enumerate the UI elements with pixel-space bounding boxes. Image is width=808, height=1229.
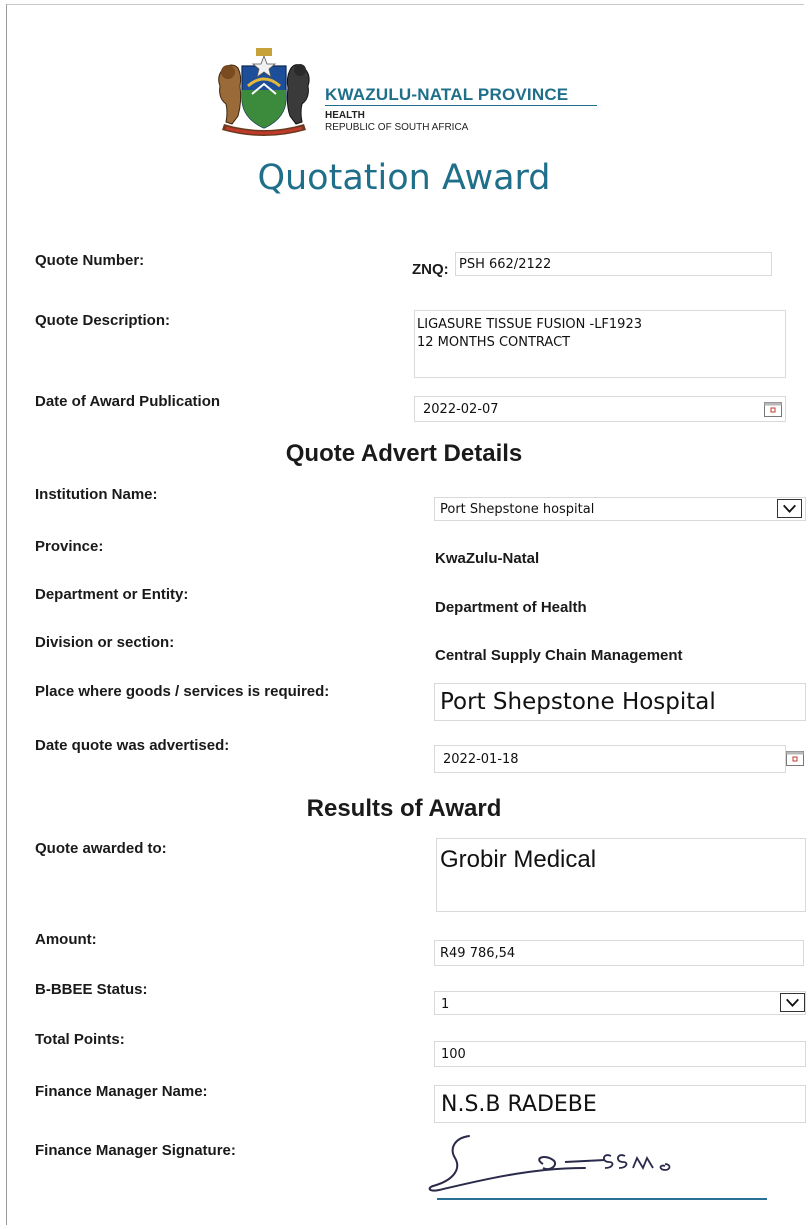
amount-field[interactable]: R49 786,54 bbox=[434, 940, 804, 966]
division-value: Central Supply Chain Management bbox=[435, 647, 683, 664]
coat-of-arms-logo bbox=[218, 48, 310, 136]
bbbee-select[interactable]: 1 bbox=[434, 991, 806, 1015]
fm-name-value: N.S.B RADEBE bbox=[441, 1092, 597, 1117]
quote-number-label: Quote Number: bbox=[35, 252, 145, 269]
division-label: Division or section: bbox=[35, 634, 175, 651]
institution-dropdown-chevron-icon[interactable] bbox=[777, 499, 802, 518]
institution-value: Port Shepstone hospital bbox=[440, 502, 595, 517]
bbbee-label: B-BBEE Status: bbox=[35, 981, 148, 998]
page-title: Quotation Award bbox=[257, 158, 551, 198]
department-value: Department of Health bbox=[435, 599, 587, 616]
total-points-field[interactable]: 100 bbox=[434, 1041, 806, 1067]
advertised-date-value: 2022-01-18 bbox=[443, 752, 519, 767]
awarded-to-field[interactable]: Grobir Medical bbox=[436, 838, 806, 912]
quote-description-line2: 12 MONTHS CONTRACT bbox=[417, 335, 571, 350]
award-date-value: 2022-02-07 bbox=[423, 402, 499, 417]
award-date-label: Date of Award Publication bbox=[35, 393, 221, 410]
quote-description-field[interactable]: LIGASURE TISSUE FUSION -LF1923 12 MONTHS… bbox=[414, 310, 786, 378]
total-points-label: Total Points: bbox=[35, 1031, 125, 1048]
award-date-field[interactable]: 2022-02-07 bbox=[414, 396, 786, 422]
advertised-date-field[interactable]: 2022-01-18 bbox=[434, 745, 786, 773]
quote-number-field[interactable]: PSH 662/2122 bbox=[455, 252, 772, 276]
org-rule bbox=[325, 105, 597, 106]
province-value: KwaZulu-Natal bbox=[435, 550, 540, 567]
quote-number-value: PSH 662/2122 bbox=[459, 257, 552, 272]
institution-label: Institution Name: bbox=[35, 486, 158, 503]
advert-details-heading: Quote Advert Details bbox=[285, 440, 523, 467]
amount-value: R49 786,54 bbox=[440, 946, 516, 961]
awarded-to-label: Quote awarded to: bbox=[35, 840, 167, 857]
org-dept: HEALTH bbox=[325, 110, 365, 121]
fm-name-field[interactable]: N.S.B RADEBE bbox=[434, 1085, 806, 1123]
advertised-date-label: Date quote was advertised: bbox=[35, 737, 230, 754]
calendar-icon[interactable] bbox=[764, 402, 782, 417]
quote-number-prefix: ZNQ: bbox=[412, 261, 449, 278]
total-points-value: 100 bbox=[441, 1047, 466, 1062]
awarded-to-value: Grobir Medical bbox=[440, 846, 597, 873]
fm-name-label: Finance Manager Name: bbox=[35, 1083, 208, 1100]
department-label: Department or Entity: bbox=[35, 586, 189, 603]
quote-description-line1: LIGASURE TISSUE FUSION -LF1923 bbox=[417, 317, 642, 332]
place-label: Place where goods / services is required… bbox=[35, 683, 330, 700]
province-label: Province: bbox=[35, 538, 104, 555]
place-value: Port Shepstone Hospital bbox=[440, 689, 716, 715]
institution-select[interactable]: Port Shepstone hospital bbox=[434, 497, 806, 521]
results-heading: Results of Award bbox=[306, 795, 502, 822]
amount-label: Amount: bbox=[35, 931, 97, 948]
org-country: REPUBLIC OF SOUTH AFRICA bbox=[325, 122, 469, 133]
org-name: KWAZULU-NATAL PROVINCE bbox=[325, 85, 569, 104]
bbbee-value: 1 bbox=[441, 997, 450, 1012]
calendar-icon[interactable] bbox=[786, 751, 804, 766]
signature-line bbox=[437, 1198, 767, 1200]
bbbee-dropdown-chevron-icon[interactable] bbox=[780, 993, 805, 1012]
fm-signature-label: Finance Manager Signature: bbox=[35, 1142, 236, 1159]
finance-manager-signature bbox=[428, 1135, 671, 1192]
quote-description-label: Quote Description: bbox=[35, 312, 171, 329]
place-field[interactable]: Port Shepstone Hospital bbox=[434, 683, 806, 721]
